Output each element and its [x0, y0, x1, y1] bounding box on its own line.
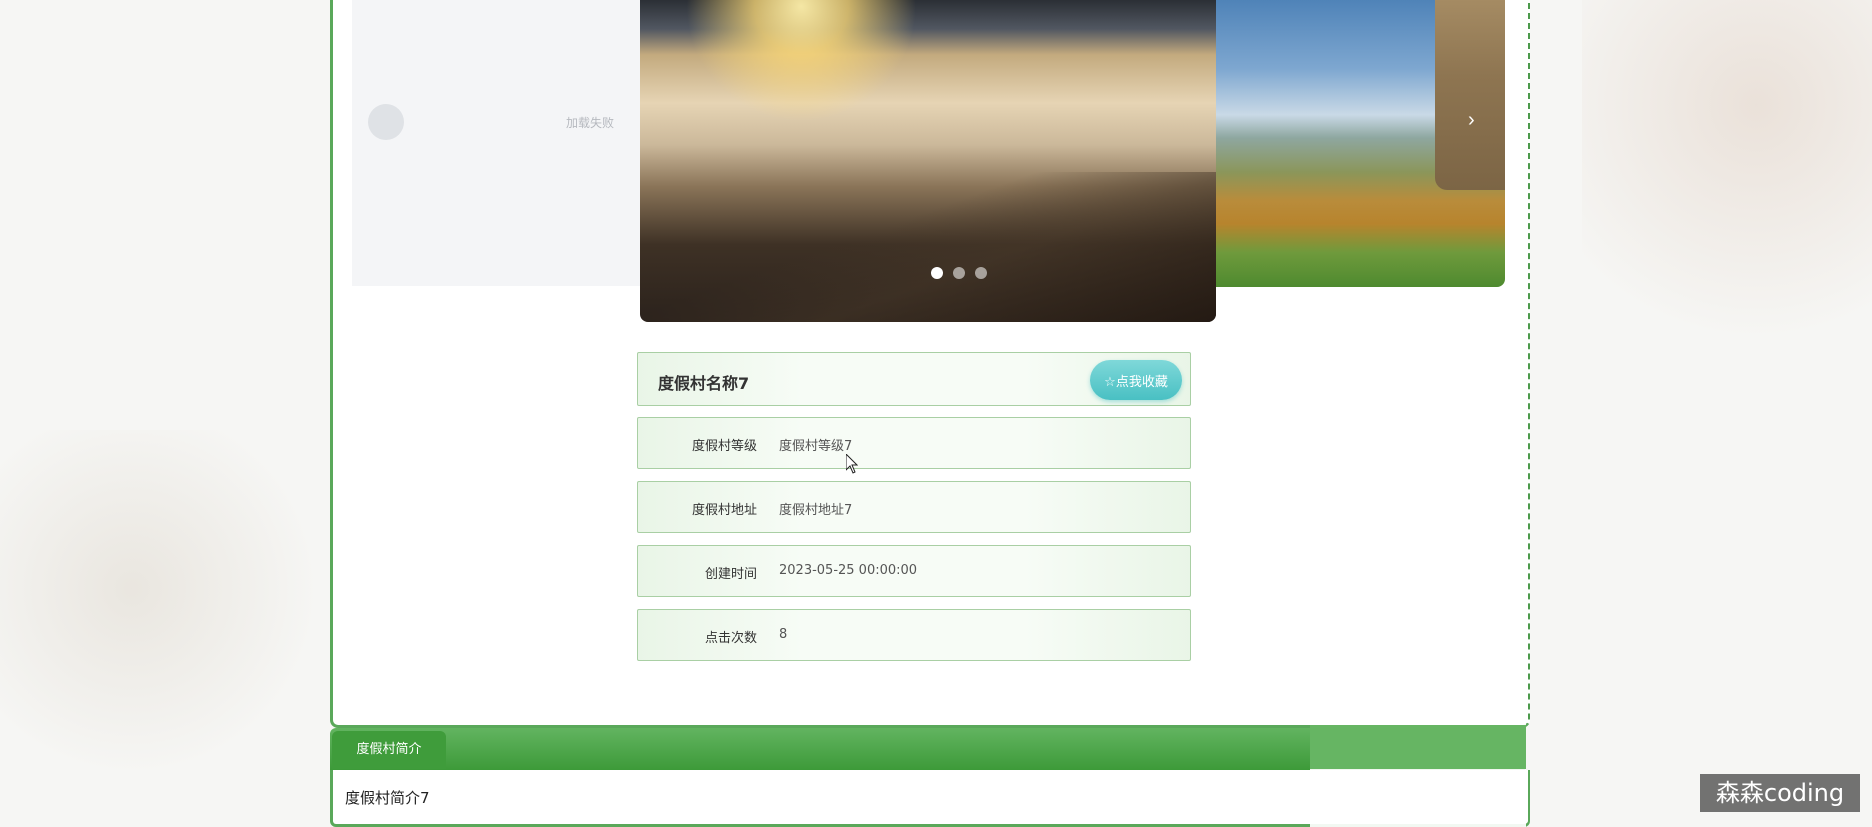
image-load-failed-text: 加载失败	[566, 116, 615, 130]
resort-level-value: 度假村等级7	[779, 439, 853, 454]
carousel-prev-slide	[352, 0, 642, 286]
rock-formation	[1435, 0, 1505, 190]
click-count-value: 8	[779, 627, 788, 642]
carousel-dot-1[interactable]	[931, 267, 943, 279]
click-count-label: 点击次数	[704, 631, 757, 646]
resort-address-label: 度假村地址	[691, 503, 757, 518]
resort-level-row: 度假村等级 度假村等级7	[637, 417, 1191, 469]
created-time-row: 创建时间 2023-05-25 00:00:00	[637, 545, 1191, 597]
carousel-next-slide[interactable]	[1216, 0, 1505, 287]
resort-address-value: 度假村地址7	[779, 503, 853, 518]
image-placeholder-icon	[368, 104, 404, 140]
created-time-value: 2023-05-25 00:00:00	[779, 563, 918, 578]
floral-background-right	[1582, 0, 1872, 420]
created-time-label: 创建时间	[704, 567, 757, 582]
resort-title-row: 度假村名称7 ☆点我收藏	[637, 352, 1191, 406]
carousel-dot-2[interactable]	[953, 267, 965, 279]
favorite-button[interactable]: ☆点我收藏	[1090, 360, 1182, 400]
intro-text: 度假村简介7	[345, 789, 430, 807]
carousel-dots	[931, 267, 987, 279]
resort-level-label: 度假村等级	[691, 439, 757, 454]
carousel-current-slide[interactable]	[640, 0, 1216, 322]
mouse-cursor-icon	[846, 454, 858, 474]
resort-name: 度假村名称7	[658, 374, 750, 393]
carousel-dot-3[interactable]	[975, 267, 987, 279]
resort-address-row: 度假村地址 度假村地址7	[637, 481, 1191, 533]
carousel-next-arrow-icon[interactable]: ›	[1462, 108, 1481, 133]
watermark: 森森coding	[1700, 774, 1860, 812]
click-count-row: 点击次数 8	[637, 609, 1191, 661]
floral-background-left	[0, 430, 330, 827]
tab-resort-intro[interactable]: 度假村简介	[332, 731, 446, 769]
video-overlay-green-bar	[1310, 725, 1526, 769]
